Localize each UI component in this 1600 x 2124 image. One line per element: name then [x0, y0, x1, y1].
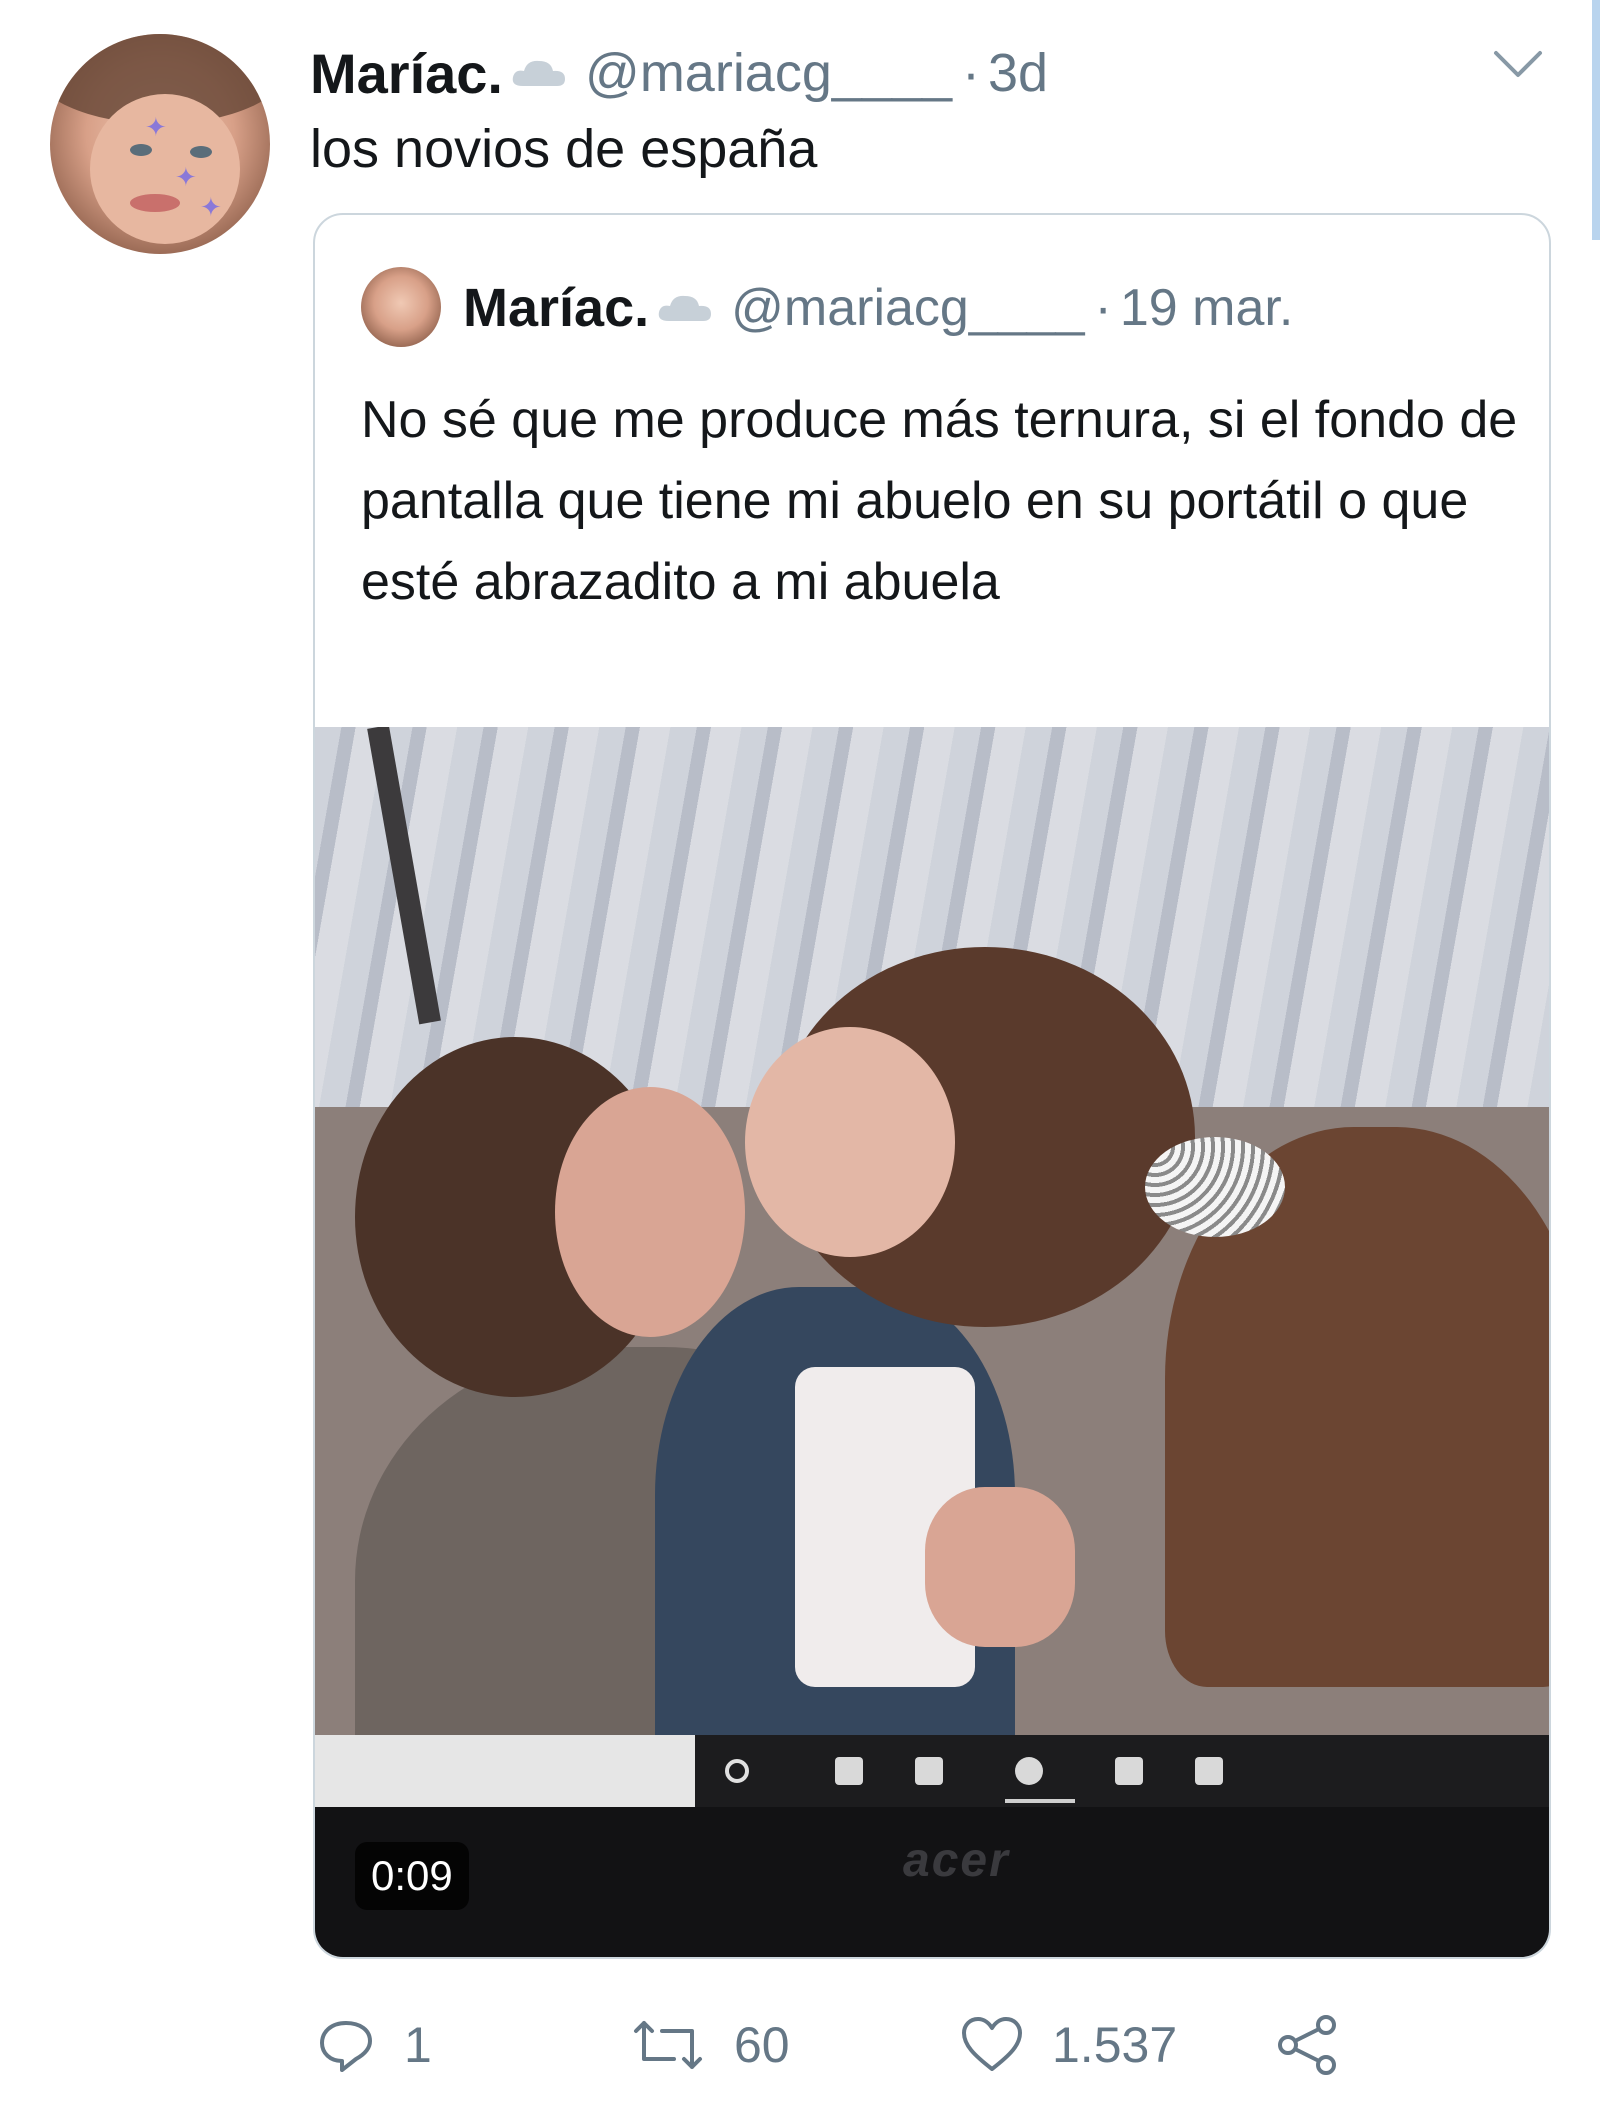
reply-count: 1 [404, 2017, 432, 2073]
quoted-tweet-text: No sé que me produce más ternura, si el … [361, 391, 1518, 611]
tweet[interactable]: ✦ ✦ ✦ Maríac. @mariacg____ · 3d los novi… [0, 0, 1600, 2124]
timestamp[interactable]: 19 mar. [1120, 278, 1293, 338]
laptop-brand-logo: acer [903, 1834, 1010, 1887]
cloud-icon [509, 56, 569, 90]
retweet-button[interactable]: 60 [630, 2000, 790, 2090]
like-button[interactable]: 1.537 [960, 2000, 1177, 2090]
timestamp[interactable]: 3d [988, 42, 1048, 104]
avatar[interactable]: ✦ ✦ ✦ [50, 34, 270, 254]
heart-icon [960, 2015, 1024, 2075]
display-name[interactable]: Maríac. [310, 41, 503, 106]
video-duration-badge: 0:09 [355, 1842, 469, 1910]
separator-dot: · [1094, 279, 1112, 337]
retweet-icon [630, 2015, 706, 2075]
quoted-tweet-header: Maríac. @mariacg____ · 19 mar. [463, 273, 1293, 343]
butterfly-sticker-icon: ✦ [200, 192, 222, 222]
separator-dot: · [962, 43, 980, 103]
reply-button[interactable]: 1 [316, 2000, 432, 2090]
share-button[interactable] [1276, 2000, 1340, 2090]
like-count: 1.537 [1052, 2017, 1178, 2073]
display-name[interactable]: Maríac. [463, 277, 649, 339]
butterfly-sticker-icon: ✦ [175, 162, 197, 192]
user-handle[interactable]: @mariacg____ [731, 278, 1084, 338]
retweet-count: 60 [734, 2017, 790, 2073]
chevron-down-icon[interactable] [1490, 45, 1546, 85]
reply-icon [316, 2015, 376, 2075]
tweet-header: Maríac. @mariacg____ · 3d [310, 38, 1048, 108]
tweet-actions: 1 60 1.537 [310, 2000, 1550, 2090]
video-player[interactable]: acer [315, 727, 1549, 1957]
user-handle[interactable]: @mariacg____ [585, 42, 952, 104]
laptop-taskbar [315, 1735, 1549, 1807]
quoted-tweet[interactable]: Maríac. @mariacg____ · 19 mar. No sé que… [313, 213, 1551, 1959]
share-icon [1276, 2013, 1340, 2077]
cloud-icon [655, 291, 715, 325]
butterfly-sticker-icon: ✦ [145, 112, 167, 142]
tweet-text: los novios de españa [310, 119, 818, 179]
avatar[interactable] [361, 267, 441, 347]
